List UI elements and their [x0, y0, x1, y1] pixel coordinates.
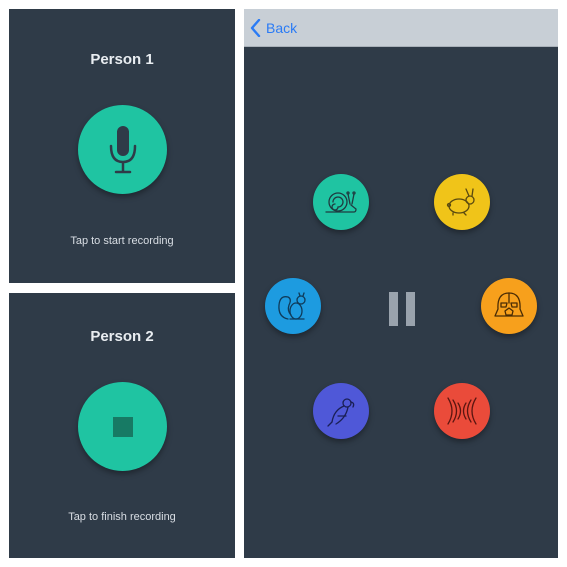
darth-vader-effect-button[interactable] — [481, 278, 537, 334]
snail-icon — [325, 191, 357, 213]
microphone-icon — [109, 125, 136, 173]
rabbit-effect-button[interactable] — [434, 174, 490, 230]
snail-effect-button[interactable] — [313, 174, 369, 230]
person1-panel: Person 1 Tap to start recording — [9, 9, 235, 283]
person2-panel: Person 2 Tap to finish recording — [9, 293, 235, 558]
squirrel-icon — [278, 292, 306, 320]
chevron-left-icon — [250, 18, 261, 37]
pause-button[interactable] — [389, 292, 415, 326]
start-recording-button[interactable] — [78, 105, 167, 194]
stop-icon — [112, 416, 133, 437]
navigation-bar: Back — [244, 9, 558, 47]
rabbit-icon — [446, 188, 475, 216]
person2-title: Person 2 — [90, 328, 154, 345]
finish-recording-button[interactable] — [78, 382, 167, 471]
echo-effect-button[interactable] — [434, 383, 490, 439]
person1-caption: Tap to start recording — [70, 235, 174, 247]
back-label: Back — [266, 19, 298, 36]
echo-waves-icon — [447, 397, 477, 425]
darth-vader-helmet-icon — [494, 292, 524, 317]
person1-title: Person 1 — [90, 51, 154, 68]
squirrel-effect-button[interactable] — [265, 278, 321, 334]
person2-caption: Tap to finish recording — [68, 511, 176, 523]
parrot-icon — [327, 398, 355, 427]
back-button[interactable]: Back — [250, 18, 298, 37]
pause-icon — [389, 292, 415, 326]
parrot-effect-button[interactable] — [313, 383, 369, 439]
player-panel: Back — [244, 9, 558, 558]
